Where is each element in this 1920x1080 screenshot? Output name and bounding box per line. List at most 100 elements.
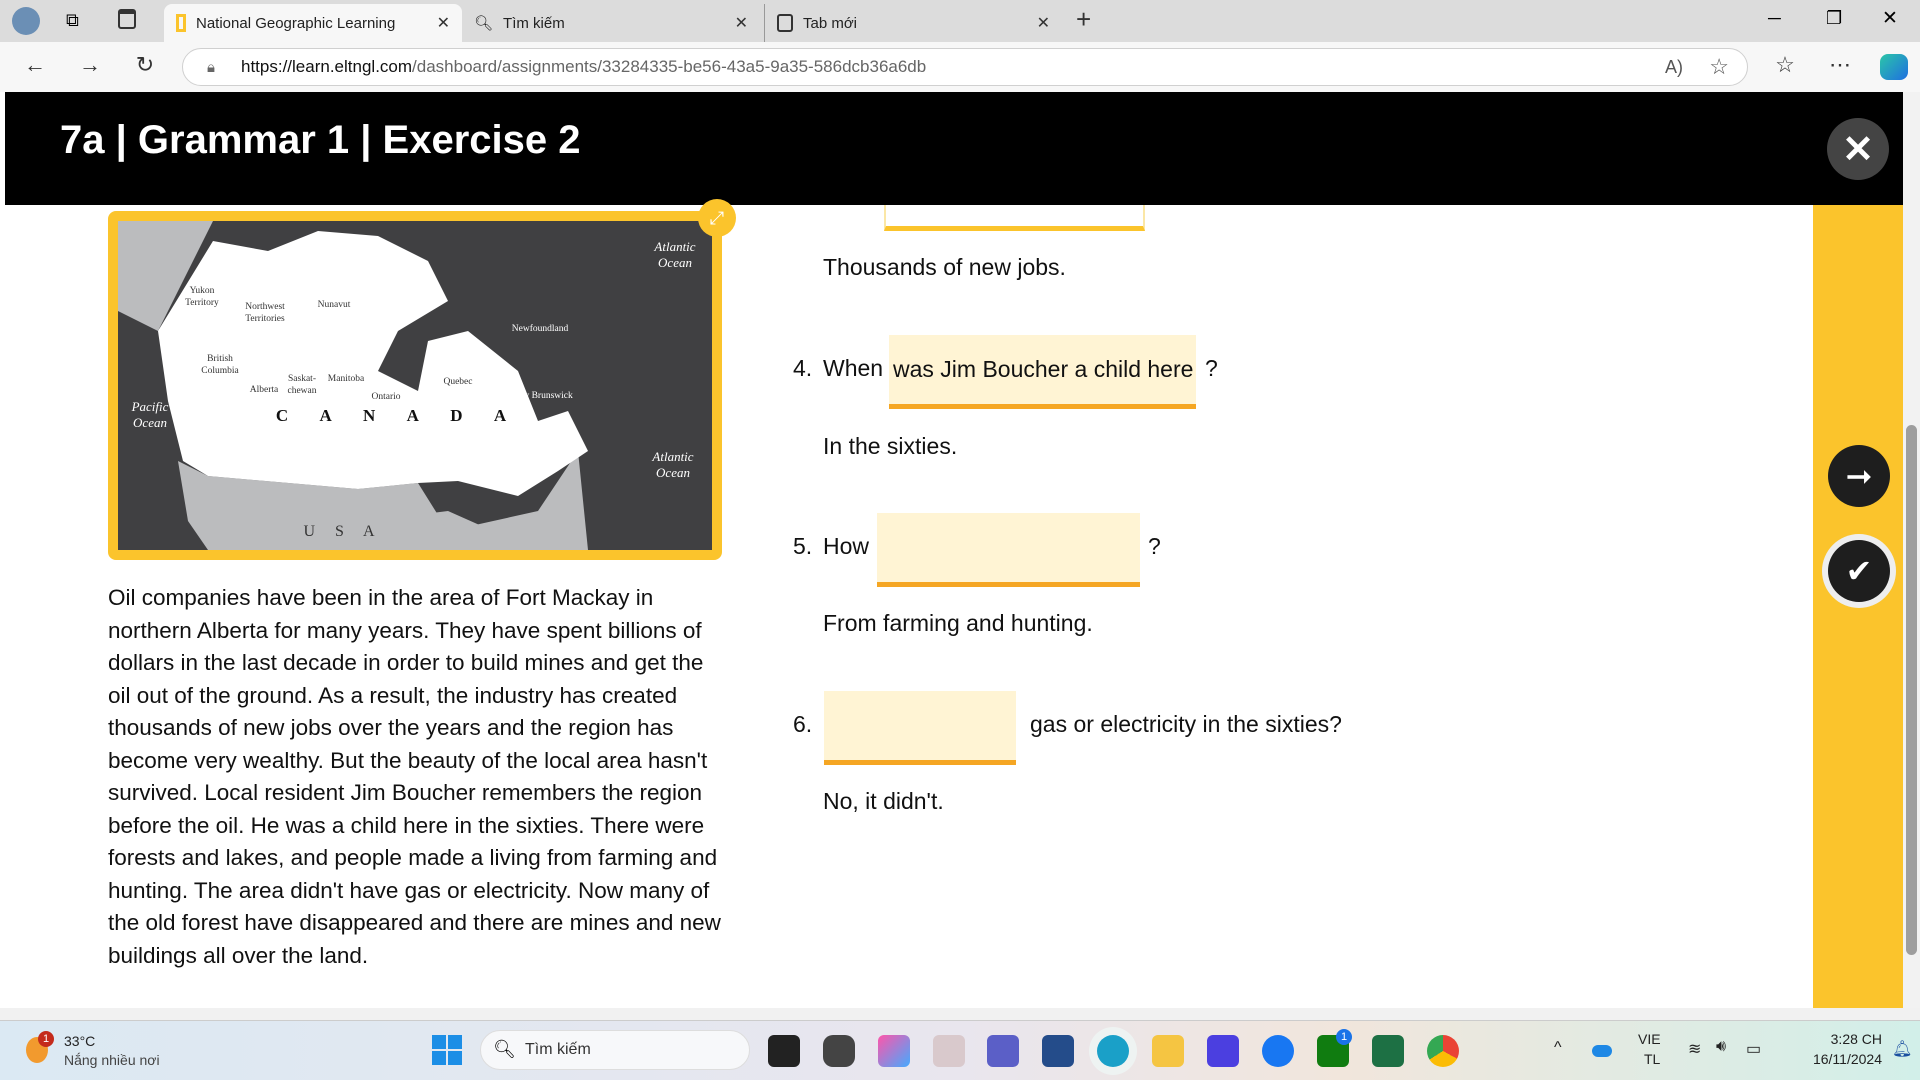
- edge-icon[interactable]: [1097, 1035, 1129, 1067]
- url-domain: https://learn.eltngl.com: [241, 57, 413, 76]
- chrome-icon[interactable]: [1427, 1035, 1459, 1067]
- weather-widget[interactable]: 1 33°C Nắng nhiều nơi: [24, 1031, 184, 1071]
- check-answers-button[interactable]: ✔: [1828, 540, 1890, 602]
- answer-input-6[interactable]: [824, 691, 1016, 765]
- search-icon: 🔍︎: [493, 1039, 516, 1059]
- question-4-number: 4.: [793, 355, 813, 381]
- new-tab-icon: [777, 14, 793, 32]
- close-tab-icon[interactable]: ✕: [1037, 13, 1050, 33]
- scrollbar[interactable]: [1903, 92, 1920, 1008]
- page-bottom-edge: [0, 1008, 1920, 1020]
- answer-input-4[interactable]: was Jim Boucher a child here: [889, 335, 1196, 409]
- address-bar-row: ← → ↻ 🔒︎ https://learn.eltngl.com/dashbo…: [0, 42, 1920, 92]
- question-5-number: 5.: [793, 533, 813, 559]
- question-6-suffix: gas or electricity in the sixties?: [1030, 711, 1342, 737]
- language-bottom[interactable]: TL: [1644, 1051, 1660, 1067]
- close-tab-icon[interactable]: ✕: [437, 13, 450, 33]
- next-button[interactable]: ➞: [1828, 445, 1890, 507]
- map-label-nwt: Northwest: [245, 302, 285, 312]
- canada-map-image: Yukon Territory Northwest Territories Nu…: [108, 211, 722, 560]
- answer-input-3[interactable]: [884, 205, 1145, 231]
- map-label-pacific-2: Ocean: [133, 415, 167, 430]
- map-label-alberta: Alberta: [250, 385, 279, 395]
- app-icon-dark[interactable]: [823, 1035, 855, 1067]
- arrow-right-icon: ➞: [1845, 458, 1873, 494]
- forward-button[interactable]: →: [75, 52, 105, 78]
- search-icon: 🔍︎: [474, 15, 494, 32]
- expand-image-button[interactable]: ⤢: [698, 199, 736, 237]
- scrollbar-thumb[interactable]: [1906, 425, 1917, 955]
- url-input[interactable]: 🔒︎ https://learn.eltngl.com/dashboard/as…: [182, 48, 1748, 86]
- facebook-icon[interactable]: [1262, 1035, 1294, 1067]
- language-top[interactable]: VIE: [1638, 1031, 1661, 1047]
- start-button[interactable]: [432, 1035, 462, 1065]
- close-exercise-button[interactable]: ✕: [1827, 118, 1889, 180]
- clock-date[interactable]: 16/11/2024: [1778, 1051, 1882, 1067]
- answer-6-text: No, it didn't.: [823, 788, 944, 814]
- xbox-badge: 1: [1336, 1029, 1352, 1045]
- close-window-button[interactable]: ✕: [1882, 7, 1898, 30]
- map-label-bc: British: [207, 354, 233, 364]
- tab-label: Tab mới: [803, 14, 858, 32]
- tab-national-geographic[interactable]: National Geographic Learning ✕: [164, 4, 462, 42]
- clock-time[interactable]: 3:28 CH: [1778, 1031, 1882, 1047]
- collections-icon[interactable]: ⧉: [66, 10, 79, 31]
- map-label-nb: New Brunswick: [511, 391, 573, 401]
- onedrive-icon[interactable]: [1592, 1045, 1612, 1057]
- answer-4-text: In the sixties.: [823, 433, 958, 459]
- teams-icon[interactable]: [987, 1035, 1019, 1067]
- vertical-tabs-icon[interactable]: [118, 9, 136, 29]
- lock-icon: 🔒︎: [207, 58, 215, 76]
- answer-5-text: From farming and hunting.: [823, 610, 1093, 636]
- weather-temp: 33°C: [64, 1033, 96, 1049]
- profile-avatar[interactable]: [12, 7, 40, 35]
- close-icon: ✕: [1842, 128, 1874, 171]
- close-tab-icon[interactable]: ✕: [735, 13, 748, 33]
- map-label-usa: U S A: [303, 523, 382, 540]
- new-tab-button[interactable]: +: [1076, 4, 1091, 35]
- more-menu-icon[interactable]: ⋯: [1825, 52, 1855, 78]
- question-6-number: 6.: [793, 711, 813, 737]
- map-label-nunavut: Nunavut: [318, 300, 351, 310]
- search-placeholder: Tìm kiếm: [525, 1041, 591, 1058]
- map-label-yukon-2: Territory: [185, 298, 219, 308]
- exercise-sidebar: ➞ ✔: [1813, 205, 1903, 1008]
- task-view-icon[interactable]: [768, 1035, 800, 1067]
- map-label-bc-2: Columbia: [201, 366, 239, 376]
- refresh-button[interactable]: ↻: [130, 52, 160, 78]
- favorites-icon[interactable]: ☆: [1770, 52, 1800, 78]
- checkmark-icon: ✔: [1845, 553, 1873, 589]
- ngl-icon: [176, 14, 186, 32]
- map-label-newfoundland: Newfoundland: [512, 323, 569, 334]
- wifi-icon[interactable]: ≋: [1688, 1039, 1701, 1059]
- store-icon[interactable]: [1042, 1035, 1074, 1067]
- expand-icon: ⤢: [709, 207, 725, 228]
- favorite-star-icon[interactable]: ☆: [1709, 54, 1729, 80]
- notification-bell-icon[interactable]: 🔔︎: [1892, 1039, 1912, 1059]
- map-label-atlantic-2b: Ocean: [656, 465, 690, 480]
- minimize-button[interactable]: ─: [1768, 8, 1781, 29]
- url-path: /dashboard/assignments/33284335-be56-43a…: [412, 57, 927, 76]
- app-icon-gray[interactable]: [933, 1035, 965, 1067]
- question-4-prefix: When: [823, 355, 884, 381]
- tab-new-tab[interactable]: Tab mới ✕: [764, 4, 1062, 42]
- app-icon-blue[interactable]: [1207, 1035, 1239, 1067]
- restore-button[interactable]: ❐: [1826, 8, 1842, 29]
- question-5-prefix: How: [823, 533, 870, 559]
- battery-icon[interactable]: ▭: [1746, 1039, 1761, 1059]
- read-aloud-icon[interactable]: A): [1665, 57, 1683, 78]
- show-hidden-icons[interactable]: ^: [1554, 1039, 1562, 1057]
- answer-input-5[interactable]: [877, 513, 1140, 587]
- map-label-ontario: Ontario: [371, 392, 400, 402]
- exercise-header: 7a | Grammar 1 | Exercise 2 ✕: [5, 92, 1903, 205]
- taskbar-search[interactable]: 🔍︎ Tìm kiếm: [480, 1030, 750, 1070]
- volume-icon[interactable]: 🔊︎: [1716, 1038, 1726, 1056]
- map-label-sask: Saskat-: [288, 374, 316, 384]
- answer-3-text: Thousands of new jobs.: [823, 254, 1066, 280]
- back-button[interactable]: ←: [20, 52, 50, 78]
- copilot-icon[interactable]: [1880, 54, 1908, 80]
- tab-search[interactable]: 🔍︎ Tìm kiếm ✕: [462, 4, 760, 42]
- excel-icon[interactable]: [1372, 1035, 1404, 1067]
- copilot-app-icon[interactable]: [878, 1035, 910, 1067]
- file-explorer-icon[interactable]: [1152, 1035, 1184, 1067]
